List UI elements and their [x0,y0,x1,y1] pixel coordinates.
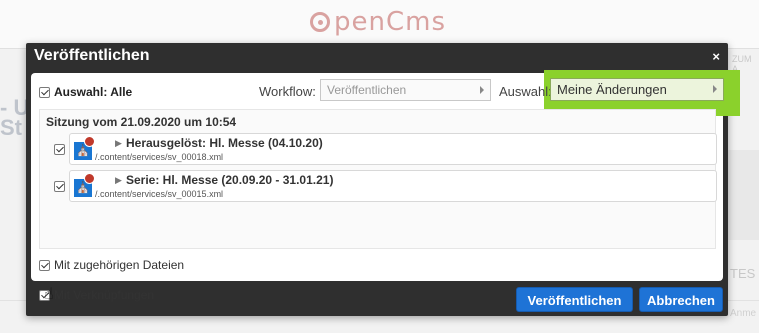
expand-icon[interactable]: ▶ [115,175,122,186]
resource-path: /.content/services/sv_00015.xml [95,189,224,199]
close-icon[interactable]: × [712,49,720,64]
selection-value: Meine Änderungen [557,82,667,97]
changed-state-icon [84,173,95,184]
links-label: Mit Verknüpfungen [54,288,155,302]
resource-checkbox[interactable] [54,144,65,155]
links-option[interactable]: Mit Verknüpfungen [39,288,154,302]
hand-cursor-icon: ☝ [44,286,54,303]
background-text-mid: TES [730,266,756,281]
background-text-bottom: Anme [730,308,757,319]
chevron-right-icon [713,85,717,93]
publish-dialog: Veröffentlichen × Auswahl: Alle Workflow… [26,43,740,316]
background-panel [728,150,759,240]
app-header: penCms [0,0,759,49]
resource-item[interactable]: ⛪ ▶ Serie: Hl. Messe (20.09.20 - 31.01.2… [69,170,717,202]
resource-path: /.content/services/sv_00018.xml [95,152,224,162]
resource-list: Sitzung vom 21.09.2020 um 10:54 ⛪ ▶ Hera… [39,109,717,249]
publish-button[interactable]: Veröffentlichen [516,287,633,312]
resource-title: Serie: Hl. Messe (20.09.20 - 31.01.21) [126,173,334,187]
workflow-label: Workflow: [259,84,316,99]
resource-item[interactable]: ⛪ ▶ Herausgelöst: Hl. Messe (04.10.20) /… [69,133,717,165]
workflow-value: Veröffentlichen [327,83,407,97]
select-all-checkbox[interactable]: Auswahl: Alle [39,85,132,99]
cancel-button[interactable]: Abbrechen [639,287,723,312]
dialog-content: Auswahl: Alle Workflow: Veröffentlichen … [31,70,740,303]
resource-title: Herausgelöst: Hl. Messe (04.10.20) [126,136,323,150]
related-files-label: Mit zugehörigen Dateien [54,258,185,272]
expand-icon[interactable]: ▶ [115,138,122,149]
select-all-label: Auswahl: Alle [54,85,133,99]
opencms-logo: penCms [310,7,446,37]
changed-state-icon [84,136,95,147]
checkbox-icon[interactable] [39,86,50,98]
related-files-option[interactable]: Mit zugehörigen Dateien [39,258,184,272]
workflow-select[interactable]: Veröffentlichen [320,79,491,101]
selection-label: Auswahl: [499,84,552,99]
group-title: Sitzung vom 21.09.2020 um 10:54 [46,115,237,129]
chevron-right-icon [480,86,484,94]
resource-checkbox[interactable] [54,181,65,192]
dialog-title: Veröffentlichen [34,47,150,64]
background-heading: - U St [0,95,30,140]
selection-select[interactable]: Meine Änderungen [550,78,724,101]
checkbox-icon[interactable] [39,259,50,271]
